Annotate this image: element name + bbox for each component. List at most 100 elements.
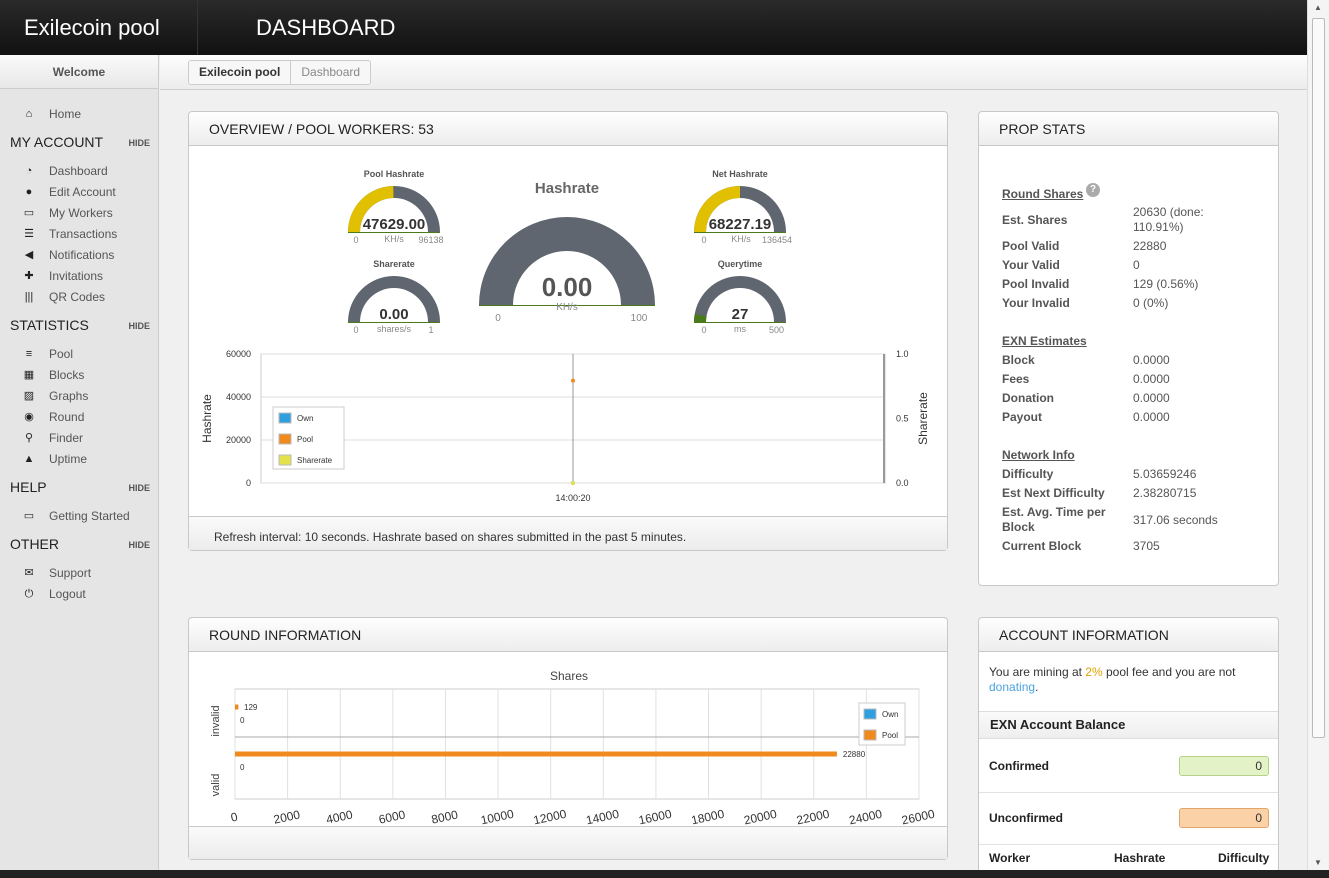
querytime-min: 0 [701,325,707,335]
x-tick-label: 26000 [900,807,936,825]
hide-my-account-button[interactable]: HIDE [128,134,150,152]
sharerate-unit: shares/s [376,324,411,334]
unconfirmed-label: Unconfirmed [989,811,1064,825]
hashrate-unit: KH/s [556,302,578,313]
bar-label-pool-invalid: 129 [244,703,258,712]
section-help: HELP HIDE [10,479,150,497]
y-tick-label: 0 [246,478,251,488]
overview-panel: OVERVIEW / POOL WORKERS: 53 Pool Hashrat… [188,111,948,551]
hide-statistics-button[interactable]: HIDE [128,317,150,335]
scroll-up-icon[interactable]: ▲ [1314,3,1322,12]
pool-invalid-value: 129 (0.56%) [1133,277,1199,291]
overview-footer: Refresh interval: 10 seconds. Hashrate b… [189,516,947,550]
sidebar-item-finder[interactable]: ⚲ Finder [20,429,83,447]
difficulty-header: Difficulty [1218,851,1270,865]
desktop-icon: ▭ [23,510,35,522]
sidebar-item-pool[interactable]: ≡ Pool [20,345,73,363]
sidebar-item-logout[interactable]: ⏻ Logout [20,585,86,603]
scroll-down-icon[interactable]: ▼ [1314,858,1322,867]
y-tick-label: 20000 [226,435,251,445]
sidebar-item-blocks[interactable]: ▦ Blocks [20,366,85,384]
power-icon: ⏻ [24,588,34,600]
page-title: DASHBOARD [256,15,396,40]
x-tick-label: 4000 [325,807,354,825]
hashrate-header: Hashrate [1114,851,1166,865]
sharerate-min: 0 [353,325,359,335]
x-tick-label: 10000 [479,807,515,825]
series-point-pool [571,378,575,383]
y-tick-label: 60000 [226,349,251,359]
hide-other-button[interactable]: HIDE [128,536,150,554]
sharerate-title: Sharerate [373,259,415,269]
sidebar-item-uptime[interactable]: ▲ Uptime [20,450,87,468]
querytime-value: 27 [731,306,749,323]
difficulty-label: Difficulty [1002,467,1054,481]
breadcrumb: Exilecoin pool Dashboard [188,60,372,85]
vertical-scrollbar[interactable]: ▲ ▼ [1307,0,1329,878]
confirmed-balance: 0 [1179,756,1269,776]
x-tick-label: 8000 [430,807,459,825]
envelope-icon: ✉ [24,567,34,579]
network-info-heading: Network Info [1002,448,1075,462]
x-tick-label: 14000 [585,807,621,825]
sidebar-item-getting-started[interactable]: ▭ Getting Started [20,507,130,525]
fees-label: Fees [1002,372,1030,386]
your-valid-label: Your Valid [1002,258,1060,272]
pool-hashrate-min: 0 [353,235,359,245]
bell-icon: ▲ [23,453,35,465]
sidebar-item-home[interactable]: ⌂ Home [20,105,81,123]
brand-logo[interactable]: Exilecoin pool [0,0,198,55]
fee-percent: 2% [1085,665,1103,679]
sharerate-max: 1 [428,325,434,335]
current-block-label: Current Block [1002,539,1082,553]
sidebar-item-my-workers[interactable]: ▭ My Workers [20,204,113,222]
sidebar-item-qr-codes[interactable]: ||| QR Codes [20,288,105,306]
list-icon: ☰ [24,228,34,240]
breadcrumb-bar: Exilecoin pool Dashboard [160,55,1307,90]
x-tick-label: 16000 [637,807,673,825]
worker-header: Worker [989,851,1031,865]
donating-link[interactable]: donating [989,680,1035,694]
current-block-value: 3705 [1133,539,1160,553]
confirmed-label: Confirmed [989,759,1049,773]
home-icon: ⌂ [25,108,33,120]
x-tick-label: 6000 [377,807,406,825]
round-info-title: ROUND INFORMATION [189,618,947,652]
querytime-unit: ms [734,324,746,334]
account-info-panel: ACCOUNT INFORMATION You are mining at 2%… [978,617,1279,872]
sidebar-item-edit-account[interactable]: ● Edit Account [20,183,116,201]
hashrate-max: 100 [630,313,648,324]
circle-icon: ◉ [24,411,34,423]
hide-help-button[interactable]: HIDE [128,479,150,497]
sidebar-item-invitations[interactable]: ✚ Invitations [20,267,103,285]
bullhorn-icon: ◀ [24,249,34,261]
payout-value: 0.0000 [1133,410,1170,424]
net-hashrate-title: Net Hashrate [712,169,768,179]
y2-tick-label: 0.5 [896,414,909,424]
hashrate-title: Hashrate [534,180,600,197]
donation-value: 0.0000 [1133,391,1170,405]
x-tick-label: 12000 [532,807,568,825]
x-tick-label: 20000 [743,807,779,825]
gauge-icon: ◔ [25,165,33,177]
round-info-footer [189,826,947,859]
round-shares-heading[interactable]: Round Shares [1002,187,1083,201]
hashrate-chart: 0 20000 40000 60000 0.0 0.5 1.0 14:00:20 Hashrat… [200,349,930,503]
scroll-thumb[interactable] [1312,18,1325,738]
breadcrumb-pool-link[interactable]: Exilecoin pool [189,61,292,84]
sidebar-item-dashboard[interactable]: ◔ Dashboard [20,162,108,180]
payout-label: Payout [1002,410,1043,424]
pool-valid-value: 22880 [1133,239,1167,253]
sidebar-item-transactions[interactable]: ☰ Transactions [20,225,117,243]
shares-chart-title: Shares [550,669,588,683]
sidebar-item-support[interactable]: ✉ Support [20,564,91,582]
sidebar-item-round[interactable]: ◉ Round [20,408,84,426]
net-hashrate-unit: KH/s [731,234,751,244]
sidebar-item-notifications[interactable]: ◀ Notifications [20,246,115,264]
bottom-strip [0,870,1329,878]
sidebar-item-graphs[interactable]: ▨ Graphs [20,387,89,405]
pool-invalid-label: Pool Invalid [1002,277,1070,291]
est-next-difficulty-label: Est Next Difficulty [1002,486,1105,500]
help-icon[interactable]: ? [1086,183,1100,197]
difficulty-value: 5.03659246 [1133,467,1197,481]
